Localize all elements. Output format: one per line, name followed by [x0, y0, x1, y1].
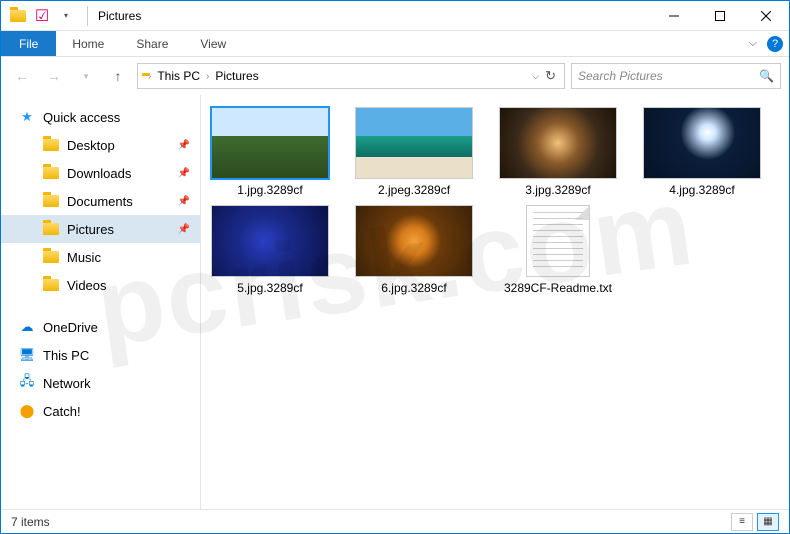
- file-pane[interactable]: 1.jpg.3289cf 2.jpeg.3289cf 3.jpg.3289cf 4.j…: [201, 95, 789, 509]
- file-item[interactable]: 1.jpg.3289cf: [207, 107, 333, 197]
- sidebar-item-pictures[interactable]: Pictures 📌: [1, 215, 200, 243]
- sidebar-quick-access[interactable]: ★ Quick access: [1, 103, 200, 131]
- breadcrumb-pictures[interactable]: Pictures: [215, 69, 258, 83]
- folder-icon: [43, 165, 59, 181]
- sidebar-item-documents[interactable]: Documents 📌: [1, 187, 200, 215]
- status-bar: 7 items ≡ ▦: [1, 509, 789, 533]
- forward-button[interactable]: →: [41, 63, 67, 89]
- folder-icon: [43, 221, 59, 237]
- details-view-button[interactable]: ≡: [731, 513, 753, 531]
- catch-icon: ⬤: [19, 403, 35, 419]
- app-icon: [9, 7, 27, 25]
- address-dropdown-icon[interactable]: ⌵: [532, 71, 539, 82]
- sidebar-item-label: Desktop: [67, 138, 115, 153]
- sidebar-item-label: Documents: [67, 194, 133, 209]
- qat-check-icon[interactable]: ☑: [33, 7, 51, 25]
- file-item[interactable]: 5.jpg.3289cf: [207, 205, 333, 295]
- help-icon[interactable]: ?: [767, 36, 783, 52]
- sidebar-item-label: Network: [43, 376, 91, 391]
- network-icon: 🖧: [19, 375, 35, 391]
- titlebar: ☑ ▾ Pictures: [1, 1, 789, 31]
- ribbon-collapse-icon[interactable]: ⌵: [749, 37, 757, 50]
- breadcrumb-this-pc[interactable]: This PC: [157, 69, 200, 83]
- sidebar-item-videos[interactable]: Videos: [1, 271, 200, 299]
- close-button[interactable]: [743, 1, 789, 31]
- sidebar-item-catch-[interactable]: ⬤ Catch!: [1, 397, 200, 425]
- ribbon: File Home Share View ⌵ ?: [1, 31, 789, 57]
- pin-icon: 📌: [178, 196, 190, 207]
- file-name-label: 2.jpeg.3289cf: [378, 183, 450, 197]
- sidebar-item-label: Videos: [67, 278, 107, 293]
- up-button[interactable]: ↑: [105, 63, 131, 89]
- minimize-button[interactable]: [651, 1, 697, 31]
- file-name-label: 5.jpg.3289cf: [237, 281, 302, 295]
- qat-dropdown-icon[interactable]: ▾: [57, 7, 75, 25]
- chevron-right-icon[interactable]: ›: [204, 71, 211, 82]
- refresh-icon[interactable]: ↻: [545, 68, 556, 84]
- image-thumbnail: [643, 107, 761, 179]
- image-thumbnail: [355, 107, 473, 179]
- search-placeholder: Search Pictures: [578, 69, 759, 83]
- window-title: Pictures: [92, 9, 141, 23]
- recent-dropdown[interactable]: ▾: [73, 63, 99, 89]
- sidebar-item-label: This PC: [43, 348, 89, 363]
- tab-share[interactable]: Share: [120, 31, 184, 56]
- back-button[interactable]: ←: [9, 63, 35, 89]
- file-name-label: 4.jpg.3289cf: [669, 183, 734, 197]
- sidebar-item-label: Quick access: [43, 110, 120, 125]
- sidebar-item-label: Pictures: [67, 222, 114, 237]
- sidebar-item-music[interactable]: Music: [1, 243, 200, 271]
- tab-view[interactable]: View: [184, 31, 242, 56]
- maximize-button[interactable]: [697, 1, 743, 31]
- search-icon[interactable]: 🔍: [759, 69, 774, 83]
- file-name-label: 6.jpg.3289cf: [381, 281, 446, 295]
- sidebar-item-network[interactable]: 🖧 Network: [1, 369, 200, 397]
- sidebar-item-onedrive[interactable]: ☁ OneDrive: [1, 313, 200, 341]
- pin-icon: 📌: [178, 224, 190, 235]
- star-icon: ★: [19, 109, 35, 125]
- file-tab[interactable]: File: [1, 31, 56, 56]
- sidebar-item-label: Catch!: [43, 404, 81, 419]
- file-item[interactable]: 6.jpg.3289cf: [351, 205, 477, 295]
- file-item[interactable]: 4.jpg.3289cf: [639, 107, 765, 197]
- image-thumbnail: [211, 205, 329, 277]
- image-thumbnail: [355, 205, 473, 277]
- sidebar-item-label: Downloads: [67, 166, 131, 181]
- folder-icon: [43, 249, 59, 265]
- sidebar-item-label: Music: [67, 250, 101, 265]
- address-bar-row: ← → ▾ ↑ › This PC › Pictures ⌵ ↻ Search …: [1, 57, 789, 95]
- image-thumbnail: [499, 107, 617, 179]
- file-item[interactable]: 3.jpg.3289cf: [495, 107, 621, 197]
- status-text: 7 items: [11, 515, 50, 529]
- file-item[interactable]: 2.jpeg.3289cf: [351, 107, 477, 197]
- pin-icon: 📌: [178, 140, 190, 151]
- file-name-label: 1.jpg.3289cf: [237, 183, 302, 197]
- pin-icon: 📌: [178, 168, 190, 179]
- folder-icon: [43, 193, 59, 209]
- folder-icon: [43, 137, 59, 153]
- sidebar-item-label: OneDrive: [43, 320, 98, 335]
- file-item[interactable]: 3289CF-Readme.txt: [495, 205, 621, 295]
- search-input[interactable]: Search Pictures 🔍: [571, 63, 781, 89]
- cloud-icon: ☁: [19, 319, 35, 335]
- file-name-label: 3.jpg.3289cf: [525, 183, 590, 197]
- sidebar-item-desktop[interactable]: Desktop 📌: [1, 131, 200, 159]
- folder-icon: [43, 277, 59, 293]
- image-thumbnail: [211, 107, 329, 179]
- navigation-pane: ★ Quick access Desktop📌Downloads📌Documen…: [1, 95, 201, 509]
- tab-home[interactable]: Home: [56, 31, 120, 56]
- address-bar[interactable]: › This PC › Pictures ⌵ ↻: [137, 63, 565, 89]
- sidebar-item-this-pc[interactable]: 🖥 This PC: [1, 341, 200, 369]
- pc-icon: 🖥: [19, 347, 35, 363]
- text-file-icon: [499, 205, 617, 277]
- thumbnails-view-button[interactable]: ▦: [757, 513, 779, 531]
- sidebar-item-downloads[interactable]: Downloads 📌: [1, 159, 200, 187]
- file-name-label: 3289CF-Readme.txt: [504, 281, 612, 295]
